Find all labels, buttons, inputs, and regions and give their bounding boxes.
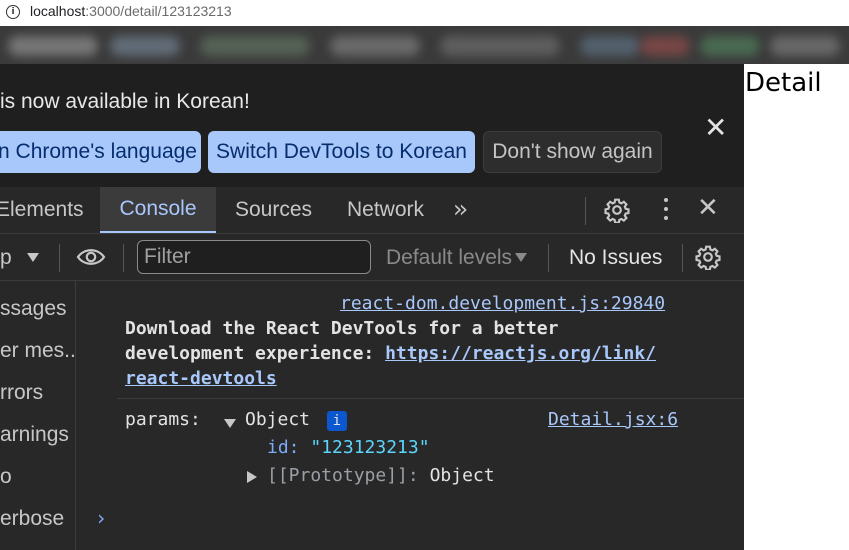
switch-to-korean-button[interactable]: Switch DevTools to Korean xyxy=(208,131,475,173)
levels-chevron-icon[interactable] xyxy=(515,253,527,262)
address-bar[interactable]: i localhost:3000/detail/123123213 xyxy=(0,0,849,26)
sidebar-item-verbose[interactable]: erbose xyxy=(0,507,64,531)
toolbar-separator xyxy=(59,244,60,272)
close-devtools-icon[interactable]: ✕ xyxy=(697,195,719,221)
expand-prototype-icon[interactable] xyxy=(247,471,257,483)
sidebar-item-errors[interactable]: rrors xyxy=(0,381,43,405)
log-levels-dropdown[interactable]: Default levels xyxy=(386,246,512,270)
sidebar-item-info[interactable]: o xyxy=(0,465,12,489)
toolbar-separator xyxy=(123,244,124,272)
filter-input[interactable] xyxy=(137,240,371,274)
object-label: Object xyxy=(245,409,311,430)
info-icon[interactable]: i xyxy=(6,5,20,19)
source-link[interactable]: Detail.jsx:6 xyxy=(548,409,678,430)
url-text[interactable]: localhost:3000/detail/123123213 xyxy=(30,3,232,19)
language-message: is now available in Korean! xyxy=(0,90,250,113)
issues-button[interactable]: No Issues xyxy=(569,246,662,270)
prototype-value: Object xyxy=(429,465,495,486)
sidebar-item-messages[interactable]: ssages xyxy=(0,297,67,321)
double-chevron-icon[interactable]: ›› xyxy=(453,195,468,223)
object-property: id: "123123213" xyxy=(267,437,430,458)
log-label: params: xyxy=(125,409,201,430)
match-chrome-language-button[interactable]: n Chrome's language xyxy=(0,131,201,173)
property-key: id: xyxy=(267,437,300,458)
source-link[interactable]: react-dom.development.js:29840 xyxy=(340,293,665,314)
devtools-panel: is now available in Korean! n Chrome's l… xyxy=(0,64,744,550)
property-value: "123123213" xyxy=(310,437,430,458)
expand-arrow-icon[interactable] xyxy=(224,419,236,428)
tab-elements[interactable]: Elements xyxy=(0,187,84,233)
url-host: localhost xyxy=(30,3,86,19)
tabbar-separator xyxy=(585,197,586,225)
tab-sources[interactable]: Sources xyxy=(235,187,312,233)
console-sidebar: ssages er mes... rrors arnings o erbose xyxy=(0,281,76,550)
page-title: Detail xyxy=(745,68,822,98)
react-devtools-link[interactable]: https://reactjs.org/link/ xyxy=(385,343,656,364)
language-infobar: is now available in Korean! n Chrome's l… xyxy=(0,64,744,187)
log-entry: params: xyxy=(125,409,201,430)
devtools-tabbar: Elements Console Sources Network ›› ✕ xyxy=(0,187,744,234)
url-path: :3000/detail/123123213 xyxy=(85,3,232,19)
prototype-property[interactable]: [[Prototype]]: Object xyxy=(267,465,495,486)
eye-icon[interactable] xyxy=(76,246,106,268)
log-text-line: development experience: https://reactjs.… xyxy=(125,343,656,364)
bookmarks-bar-blurred xyxy=(0,26,849,64)
message-divider xyxy=(117,398,744,399)
info-badge-icon[interactable]: i xyxy=(326,411,347,431)
react-devtools-link-continued[interactable]: react-devtools xyxy=(125,368,277,389)
console-settings-gear-icon[interactable] xyxy=(695,244,721,270)
console-prompt-icon[interactable]: › xyxy=(95,506,107,530)
log-text-line: Download the React DevTools for a better xyxy=(125,318,559,339)
object-preview[interactable]: Object i xyxy=(245,409,347,431)
sidebar-item-warnings[interactable]: arnings xyxy=(0,423,69,447)
close-icon[interactable]: ✕ xyxy=(704,114,727,142)
sidebar-item-user-messages[interactable]: er mes... xyxy=(0,339,75,363)
tab-network[interactable]: Network xyxy=(347,187,424,233)
log-text-fragment: development experience: xyxy=(125,343,386,364)
context-selector[interactable]: p xyxy=(0,246,12,270)
console-output: react-dom.development.js:29840 Download … xyxy=(77,281,744,550)
toolbar-separator xyxy=(548,244,549,272)
tab-console[interactable]: Console xyxy=(100,187,216,233)
dont-show-again-button[interactable]: Don't show again xyxy=(483,131,662,173)
context-dropdown-icon[interactable] xyxy=(27,253,39,262)
toolbar-separator xyxy=(682,244,683,272)
more-options-icon[interactable] xyxy=(664,198,668,225)
console-toolbar: p Default levels No Issues xyxy=(0,234,744,281)
prototype-key: [[Prototype]]: xyxy=(267,465,419,486)
settings-gear-icon[interactable] xyxy=(604,197,630,223)
